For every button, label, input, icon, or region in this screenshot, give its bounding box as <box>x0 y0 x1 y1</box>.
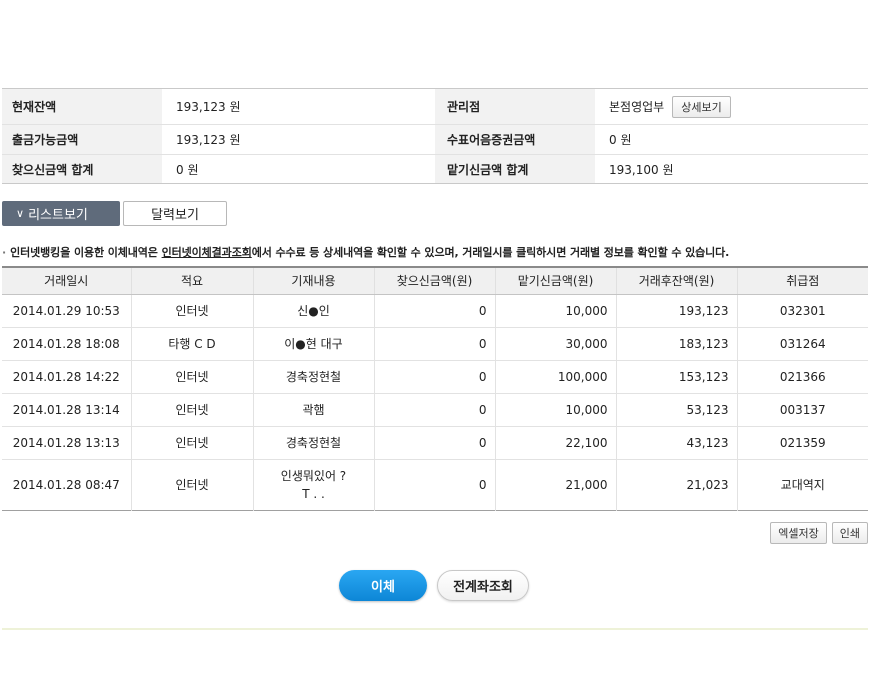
check-amount-label: 수표어음증권금액 <box>435 125 595 154</box>
table-header-row: 거래일시 적요 기재내용 찾으신금액(원) 맡기신금액(원) 거래후잔액(원) … <box>2 267 868 295</box>
cell-type: 타행 C D <box>130 327 253 361</box>
main-actions: 이체 전계좌조회 <box>339 570 529 601</box>
cell-memo: 경축정현철 <box>252 426 374 460</box>
notice-before: 인터넷뱅킹을 이용한 이체내역은 <box>10 246 162 259</box>
cell-branch: 021359 <box>736 426 868 460</box>
header-deposit: 맡기신금액(원) <box>494 267 616 295</box>
table-row: 2014.01.28 14:22 인터넷 경축정현철 0 100,000 153… <box>2 360 868 394</box>
cell-balance: 153,123 <box>615 360 737 394</box>
memo-line: 인생뭐있어 ? <box>280 468 347 483</box>
table-row: 2014.01.28 18:08 타행 C D 이●현 대구 0 30,000 … <box>2 327 868 361</box>
account-summary: 현재잔액 193,123 원 관리점 본점영업부 상세보기 출금가능금액 193… <box>2 88 868 184</box>
cell-type: 인터넷 <box>130 459 253 510</box>
transfer-button[interactable]: 이체 <box>339 570 427 601</box>
tab-list-view-label: 리스트보기 <box>28 208 88 223</box>
cell-deposit: 100,000 <box>494 360 616 394</box>
cell-balance: 193,123 <box>615 294 737 328</box>
withdraw-total-value: 0 원 <box>176 162 199 177</box>
summary-row: 현재잔액 193,123 원 관리점 본점영업부 상세보기 <box>2 89 868 125</box>
tab-list-view[interactable]: ∨ 리스트보기 <box>2 201 120 226</box>
bullet-icon: · <box>2 246 7 259</box>
cell-branch: 032301 <box>736 294 868 328</box>
cell-balance: 53,123 <box>615 393 737 427</box>
cell-memo: 신●인 <box>252 294 374 328</box>
cell-datetime[interactable]: 2014.01.28 18:08 <box>2 327 131 361</box>
detail-button[interactable]: 상세보기 <box>672 95 731 118</box>
withdrawable-label: 출금가능금액 <box>2 125 162 154</box>
table-row: 2014.01.28 08:47 인터넷 인생뭐있어 ? T . . 0 21,… <box>2 459 868 510</box>
cell-deposit: 30,000 <box>494 327 616 361</box>
cell-datetime[interactable]: 2014.01.28 13:13 <box>2 426 131 460</box>
header-branch: 취급점 <box>736 267 868 295</box>
cell-memo: 인생뭐있어 ? T . . <box>252 459 374 510</box>
header-balance: 거래후잔액(원) <box>615 267 737 295</box>
branch-value: 본점영업부 <box>609 100 665 114</box>
excel-save-button[interactable]: 엑셀저장 <box>770 522 827 544</box>
summary-row: 출금가능금액 193,123 원 수표어음증권금액 0 원 <box>2 125 868 155</box>
cell-deposit: 10,000 <box>494 294 616 328</box>
header-withdraw: 찾으신금액(원) <box>373 267 495 295</box>
cell-deposit: 22,100 <box>494 426 616 460</box>
branch-cell: 본점영업부 상세보기 <box>595 89 868 124</box>
cell-deposit: 10,000 <box>494 393 616 427</box>
table-row: 2014.01.28 13:14 인터넷 곽햄 0 10,000 53,123 … <box>2 393 868 427</box>
cell-datetime[interactable]: 2014.01.29 10:53 <box>2 294 131 328</box>
transfer-result-link[interactable]: 인터넷이체결과조회 <box>162 246 252 259</box>
chevron-down-icon: ∨ <box>16 207 25 220</box>
cell-withdraw: 0 <box>373 393 495 427</box>
branch-label: 관리점 <box>435 89 595 124</box>
cell-withdraw: 0 <box>373 294 495 328</box>
cell-balance: 43,123 <box>615 426 737 460</box>
table-row: 2014.01.28 13:13 인터넷 경축정현철 0 22,100 43,1… <box>2 426 868 460</box>
cell-withdraw: 0 <box>373 327 495 361</box>
view-tabs: ∨ 리스트보기 달력보기 <box>2 201 227 226</box>
cell-datetime[interactable]: 2014.01.28 13:14 <box>2 393 131 427</box>
cell-type: 인터넷 <box>130 393 253 427</box>
header-memo: 기재내용 <box>252 267 374 295</box>
header-type: 적요 <box>130 267 253 295</box>
header-datetime: 거래일시 <box>2 267 131 295</box>
transaction-table: 거래일시 적요 기재내용 찾으신금액(원) 맡기신금액(원) 거래후잔액(원) … <box>2 266 868 511</box>
print-button[interactable]: 인쇄 <box>831 522 868 544</box>
withdraw-total-label: 찾으신금액 합계 <box>2 155 162 183</box>
balance-value: 193,123 원 <box>176 100 241 114</box>
cell-branch: 031264 <box>736 327 868 361</box>
cell-memo: 경축정현철 <box>252 360 374 394</box>
cell-branch: 003137 <box>736 393 868 427</box>
cell-memo: 이●현 대구 <box>252 327 374 361</box>
summary-row: 찾으신금액 합계 0 원 맡기신금액 합계 193,100 원 <box>2 155 868 183</box>
deposit-total-label: 맡기신금액 합계 <box>435 155 595 183</box>
check-amount-value: 0 원 <box>609 133 632 147</box>
cell-type: 인터넷 <box>130 360 253 394</box>
export-buttons: 엑셀저장 인쇄 <box>770 522 868 544</box>
cell-deposit: 21,000 <box>494 459 616 510</box>
cell-balance: 21,023 <box>615 459 737 510</box>
deposit-total-value: 193,100 원 <box>609 162 674 177</box>
cell-withdraw: 0 <box>373 360 495 394</box>
all-accounts-button[interactable]: 전계좌조회 <box>437 570 529 601</box>
table-row: 2014.01.29 10:53 인터넷 신●인 0 10,000 193,12… <box>2 294 868 328</box>
notice-text: · 인터넷뱅킹을 이용한 이체내역은 인터넷이체결과조회에서 수수료 등 상세내역… <box>2 244 729 260</box>
cell-branch: 021366 <box>736 360 868 394</box>
cell-balance: 183,123 <box>615 327 737 361</box>
divider <box>2 628 868 630</box>
tab-calendar-view[interactable]: 달력보기 <box>123 201 227 226</box>
balance-label: 현재잔액 <box>2 89 162 124</box>
memo-line: T . . <box>302 486 325 501</box>
cell-datetime[interactable]: 2014.01.28 08:47 <box>2 459 131 510</box>
cell-withdraw: 0 <box>373 426 495 460</box>
cell-branch: 교대역지 <box>736 459 868 510</box>
withdrawable-value: 193,123 원 <box>176 133 241 147</box>
notice-after: 에서 수수료 등 상세내역을 확인할 수 있으며, 거래일시를 클릭하시면 거래… <box>251 246 730 259</box>
cell-withdraw: 0 <box>373 459 495 510</box>
cell-memo: 곽햄 <box>252 393 374 427</box>
cell-datetime[interactable]: 2014.01.28 14:22 <box>2 360 131 394</box>
cell-type: 인터넷 <box>130 294 253 328</box>
cell-type: 인터넷 <box>130 426 253 460</box>
